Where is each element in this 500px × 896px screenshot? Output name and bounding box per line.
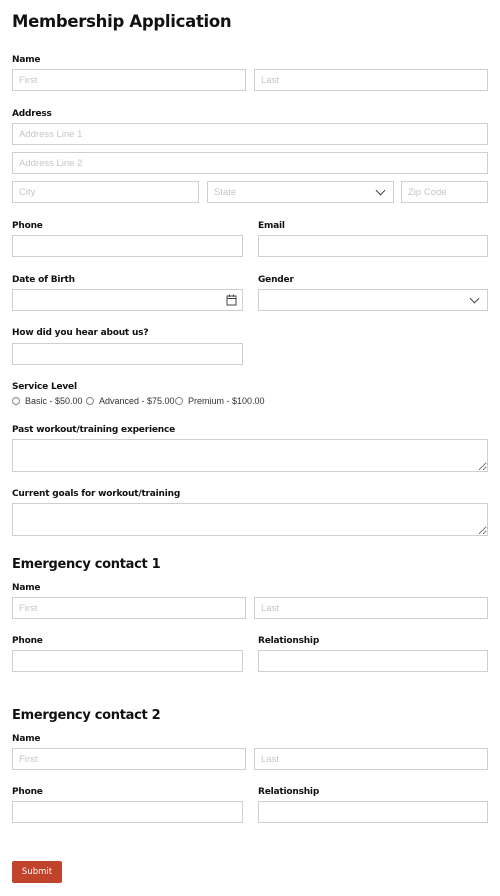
ec2-name-label: Name [12,734,41,744]
current-goals-textarea[interactable] [12,503,488,536]
membership-form: Membership Application Name Address Stat… [0,0,500,896]
ec1-name-label: Name [12,583,41,593]
ec2-phone-input[interactable] [12,801,243,823]
chevron-down-icon [469,293,480,304]
zip-code-input[interactable] [401,181,488,203]
address-line1-input[interactable] [12,123,488,145]
ec2-phone-label: Phone [12,787,43,797]
email-input[interactable] [258,235,488,257]
first-name-input[interactable] [12,69,246,91]
ec2-first-name-input[interactable] [12,748,246,770]
last-name-input[interactable] [254,69,488,91]
dob-input[interactable] [12,289,243,311]
chevron-down-icon [375,185,386,196]
dob-label: Date of Birth [12,275,75,285]
radio-circle[interactable] [12,397,20,405]
current-goals-label: Current goals for workout/training [12,489,181,499]
hear-about-label: How did you hear about us? [12,328,149,338]
service-level-label: Service Level [12,382,77,392]
ec1-relationship-input[interactable] [258,650,488,672]
state-select-placeholder: State [214,187,237,198]
gender-select[interactable] [258,289,488,311]
service-level-basic-radio[interactable]: Basic - $50.00 [12,396,83,406]
radio-label: Basic - $50.00 [25,396,83,406]
name-label: Name [12,55,41,65]
phone-input[interactable] [12,235,243,257]
page-title: Membership Application [12,12,232,31]
state-select[interactable]: State [207,181,394,203]
ec1-first-name-input[interactable] [12,597,246,619]
emergency-contact-1-heading: Emergency contact 1 [12,557,161,572]
email-label: Email [258,221,285,231]
ec1-relationship-label: Relationship [258,636,320,646]
radio-circle[interactable] [86,397,94,405]
ec1-phone-input[interactable] [12,650,243,672]
radio-circle[interactable] [175,397,183,405]
address-label: Address [12,109,52,119]
gender-label: Gender [258,275,294,285]
ec1-last-name-input[interactable] [254,597,488,619]
radio-label: Advanced - $75.00 [99,396,175,406]
address-line2-input[interactable] [12,152,488,174]
past-experience-textarea[interactable] [12,439,488,472]
emergency-contact-2-heading: Emergency contact 2 [12,708,161,723]
past-experience-label: Past workout/training experience [12,425,175,435]
phone-label: Phone [12,221,43,231]
ec2-relationship-label: Relationship [258,787,320,797]
ec2-relationship-input[interactable] [258,801,488,823]
radio-label: Premium - $100.00 [188,396,265,406]
ec1-phone-label: Phone [12,636,43,646]
calendar-icon[interactable] [226,294,237,306]
hear-about-input[interactable] [12,343,243,365]
service-level-advanced-radio[interactable]: Advanced - $75.00 [86,396,175,406]
city-input[interactable] [12,181,199,203]
ec2-last-name-input[interactable] [254,748,488,770]
service-level-premium-radio[interactable]: Premium - $100.00 [175,396,265,406]
submit-button[interactable]: Submit [12,861,62,883]
